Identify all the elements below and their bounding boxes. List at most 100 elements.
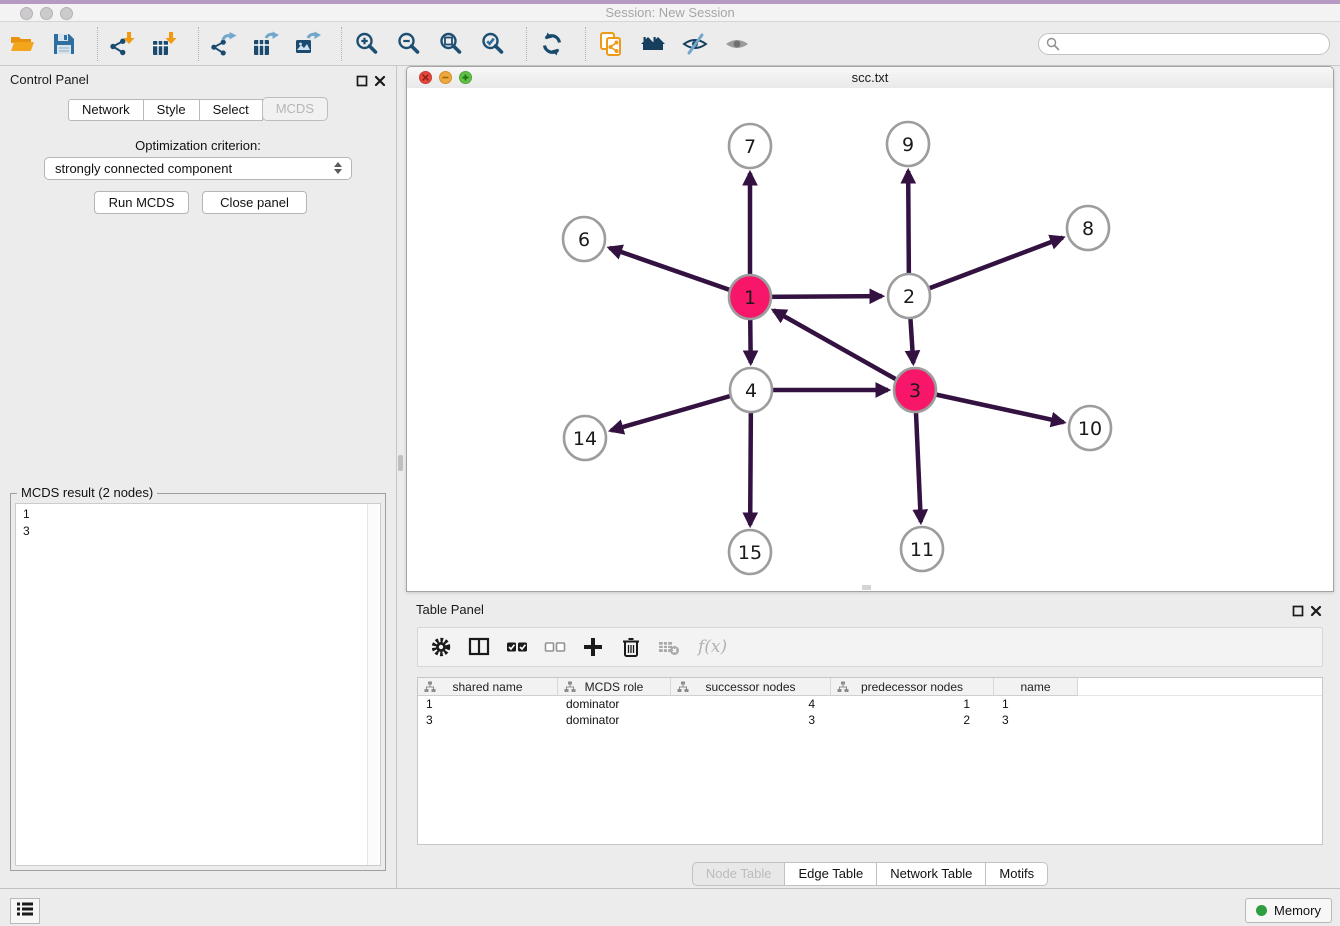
list-icon	[15, 900, 35, 923]
import-table-icon[interactable]	[152, 31, 178, 57]
network-view-window: scc.txt 7968124314101511	[406, 66, 1334, 592]
network-canvas[interactable]: 7968124314101511	[407, 88, 1333, 591]
delete-table-icon	[658, 636, 680, 658]
mcds-result-legend: MCDS result (2 nodes)	[17, 485, 157, 500]
save-session-icon[interactable]	[51, 31, 77, 57]
toolbar-separator	[198, 27, 199, 61]
task-history-button[interactable]	[10, 898, 40, 924]
table-panel-title: Table Panel	[416, 602, 484, 617]
tab-edge-table[interactable]: Edge Table	[785, 862, 877, 886]
column-header-label: MCDS role	[585, 680, 644, 694]
graph-node-label-10: 10	[1078, 418, 1102, 440]
table-toolbar: f(x)	[417, 627, 1323, 667]
toolbar-separator	[97, 27, 98, 61]
zoom-in-icon[interactable]	[354, 31, 380, 57]
result-scrollbar[interactable]	[367, 504, 380, 865]
column-header-predecessor-nodes[interactable]: predecessor nodes	[831, 678, 994, 696]
export-network-icon[interactable]	[211, 31, 237, 57]
graph-edge-3-1[interactable]	[774, 310, 915, 390]
export-table-icon[interactable]	[253, 31, 279, 57]
float-table-panel-icon[interactable]	[1292, 604, 1304, 622]
cell-shared-name[interactable]: 3	[418, 713, 558, 727]
graph-edge-3-10[interactable]	[915, 390, 1064, 422]
control-panel: Control Panel NetworkStyleSelectMCDS Opt…	[0, 66, 397, 888]
cell-successor-nodes[interactable]: 4	[671, 697, 831, 711]
close-panel-button[interactable]: Close panel	[202, 191, 307, 214]
tab-motifs[interactable]: Motifs	[986, 862, 1048, 886]
cell-shared-name[interactable]: 1	[418, 697, 558, 711]
add-column-icon[interactable]	[582, 636, 604, 658]
network-window-title: scc.txt	[407, 70, 1333, 85]
function-builder-icon: f(x)	[698, 637, 727, 657]
cell-name[interactable]: 3	[994, 713, 1078, 727]
application-window: Session: New Session	[0, 0, 1340, 926]
hide-panels-icon[interactable]	[682, 31, 708, 57]
panel-splitter-handle[interactable]	[398, 455, 403, 471]
column-header-label: predecessor nodes	[861, 680, 963, 694]
tab-select[interactable]: Select	[200, 99, 263, 121]
optimization-criterion-value: strongly connected component	[55, 161, 232, 176]
export-image-icon[interactable]	[295, 31, 321, 57]
column-header-name[interactable]: name	[994, 678, 1078, 696]
home-layout-icon[interactable]	[640, 31, 666, 57]
search-input[interactable]	[1038, 33, 1330, 55]
memory-status-icon	[1256, 905, 1267, 916]
clone-network-view-icon[interactable]	[598, 31, 624, 57]
close-panel-icon[interactable]	[374, 74, 386, 92]
show-panels-icon[interactable]	[724, 31, 750, 57]
graph-node-label-9: 9	[902, 134, 914, 156]
tab-style[interactable]: Style	[144, 99, 200, 121]
deselect-all-icon[interactable]	[544, 636, 566, 658]
column-header-label: successor nodes	[705, 680, 795, 694]
graph-edge-2-8[interactable]	[909, 238, 1063, 296]
select-all-icon[interactable]	[506, 636, 528, 658]
graph-node-label-2: 2	[903, 286, 915, 308]
network-graph: 7968124314101511	[407, 88, 1333, 591]
column-header-shared-name[interactable]: shared name	[418, 678, 558, 696]
zoom-out-icon[interactable]	[396, 31, 422, 57]
zoom-selected-icon[interactable]	[480, 31, 506, 57]
cell-predecessor-nodes[interactable]: 1	[831, 697, 994, 711]
header-filler	[1078, 678, 1322, 696]
mcds-result-text: 1 3	[23, 506, 30, 540]
tree-icon	[837, 681, 849, 693]
dropdown-stepper-icon	[334, 162, 342, 174]
tab-node-table[interactable]: Node Table	[692, 862, 786, 886]
canvas-resize-dot[interactable]	[862, 585, 871, 590]
cell-successor-nodes[interactable]: 3	[671, 713, 831, 727]
graph-node-label-7: 7	[744, 136, 756, 158]
split-panel-icon[interactable]	[468, 636, 490, 658]
cell-mcds-role[interactable]: dominator	[558, 697, 671, 711]
delete-column-icon[interactable]	[620, 636, 642, 658]
network-window-titlebar[interactable]: scc.txt	[407, 67, 1333, 89]
tree-icon	[564, 681, 576, 693]
cell-name[interactable]: 1	[994, 697, 1078, 711]
table-row-2[interactable]: 3dominator323	[418, 712, 1322, 728]
tab-network-table[interactable]: Network Table	[877, 862, 986, 886]
window-title: Session: New Session	[0, 5, 1340, 20]
cell-predecessor-nodes[interactable]: 2	[831, 713, 994, 727]
close-table-panel-icon[interactable]	[1310, 604, 1322, 622]
mcds-result-textarea[interactable]: 1 3	[15, 503, 381, 866]
table-options-icon[interactable]	[430, 636, 452, 658]
import-network-icon[interactable]	[110, 31, 136, 57]
refresh-view-icon[interactable]	[539, 31, 565, 57]
search-field	[1038, 33, 1330, 55]
tab-mcds[interactable]: MCDS	[262, 97, 328, 121]
tab-network[interactable]: Network	[68, 99, 144, 121]
column-header-successor-nodes[interactable]: successor nodes	[671, 678, 831, 696]
cell-mcds-role[interactable]: dominator	[558, 713, 671, 727]
column-header-mcds-role[interactable]: MCDS role	[558, 678, 671, 696]
memory-button[interactable]: Memory	[1245, 898, 1332, 923]
table-row-1[interactable]: 1dominator411	[418, 696, 1322, 712]
tree-icon	[424, 681, 436, 693]
zoom-fit-icon[interactable]	[438, 31, 464, 57]
toolbar-separator	[585, 27, 586, 61]
column-header-label: shared name	[452, 680, 522, 694]
graph-node-label-14: 14	[573, 428, 597, 450]
open-session-icon[interactable]	[9, 31, 35, 57]
float-panel-icon[interactable]	[356, 74, 368, 92]
titlebar: Session: New Session	[0, 0, 1340, 22]
optimization-criterion-select[interactable]: strongly connected component	[44, 157, 352, 180]
run-mcds-button[interactable]: Run MCDS	[94, 191, 189, 214]
